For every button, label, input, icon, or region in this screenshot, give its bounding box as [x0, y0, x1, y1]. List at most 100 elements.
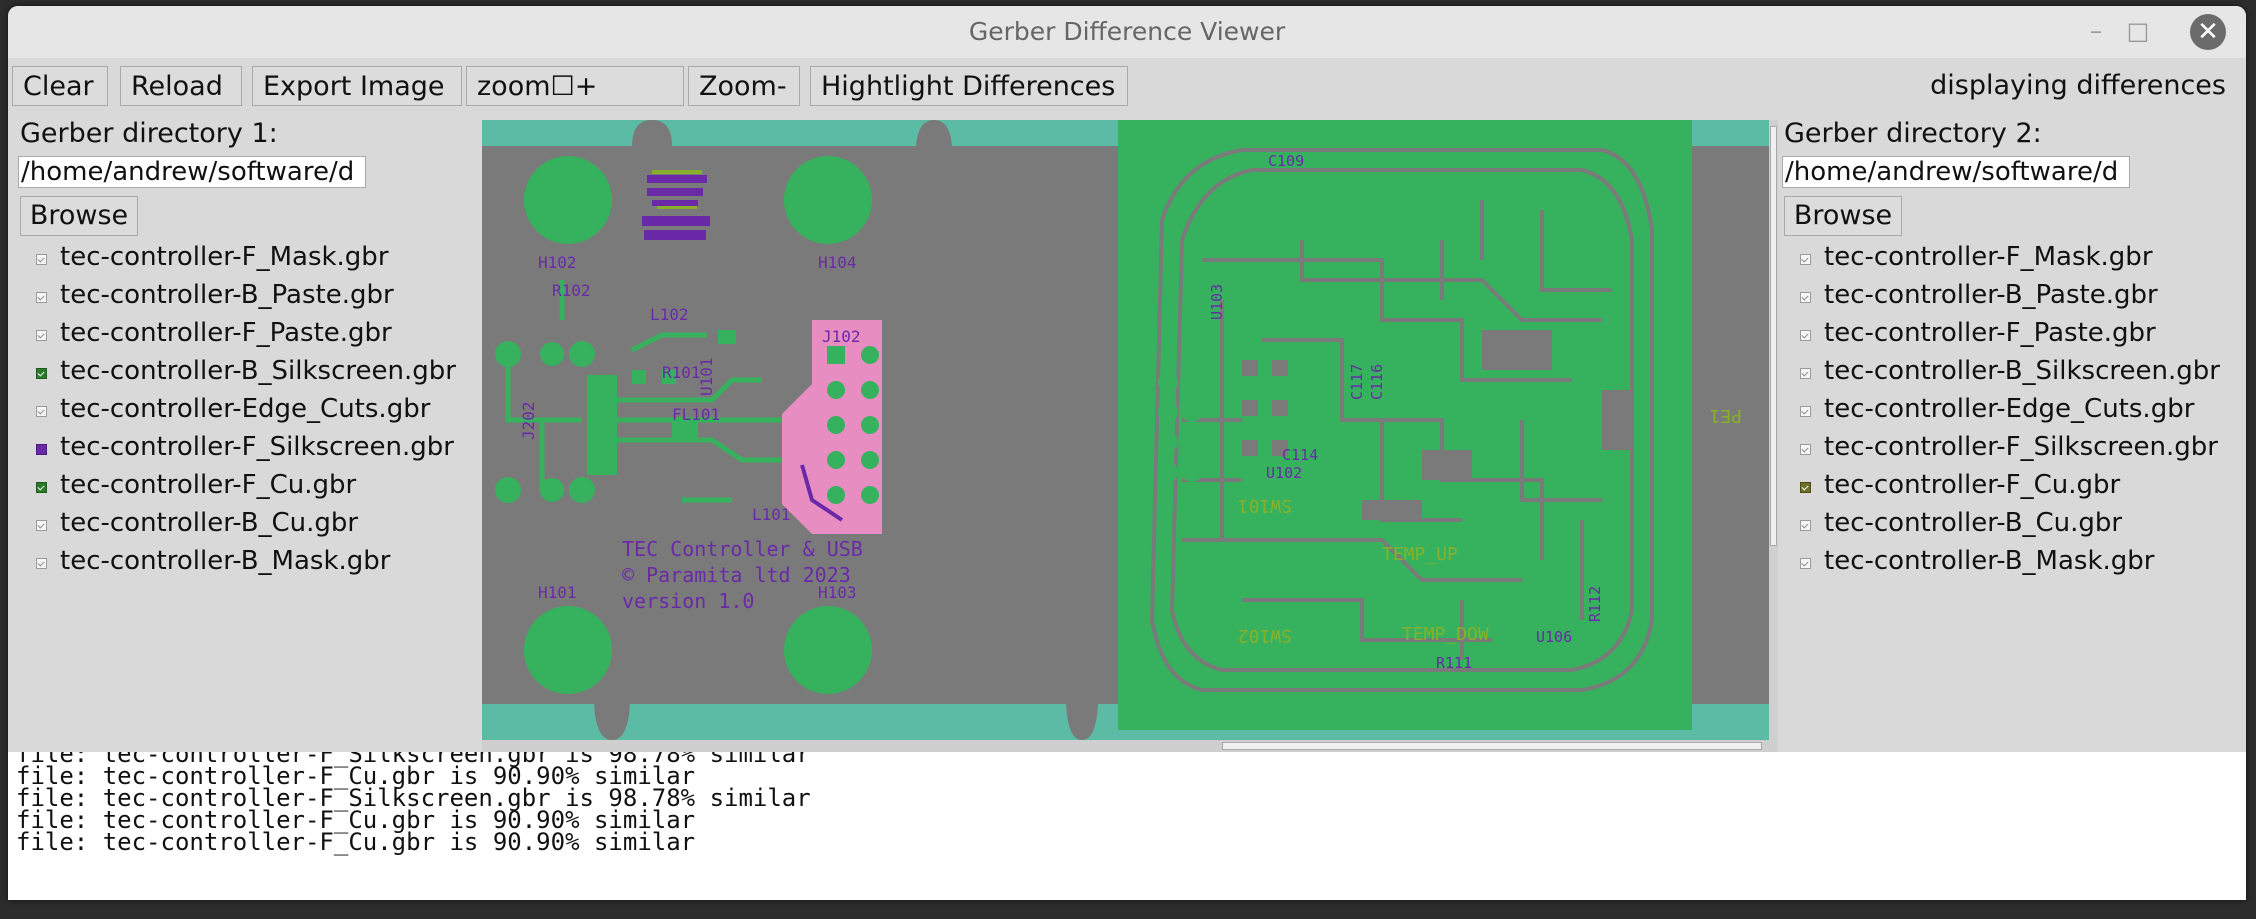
layer-checkbox[interactable]	[1800, 558, 1811, 569]
gerber-file-name: tec-controller-F_Silkscreen.gbr	[1824, 432, 2218, 462]
layer-checkbox[interactable]	[1800, 520, 1811, 531]
browse-2-button[interactable]: Browse	[1784, 196, 1902, 236]
gerber-file-name: tec-controller-F_Mask.gbr	[60, 242, 389, 272]
log-line: file: tec-controller-F_Cu.gbr is 90.90% …	[16, 828, 696, 856]
board-text-2: © Paramita ltd 2023	[622, 563, 851, 587]
gerber-file-name: tec-controller-B_Paste.gbr	[1824, 280, 2158, 310]
gerber-file-item[interactable]: tec-controller-B_Paste.gbr	[36, 280, 476, 318]
vertical-scroll-thumb[interactable]	[1770, 126, 1777, 546]
gerber-file-item[interactable]: tec-controller-B_Cu.gbr	[1800, 508, 2240, 546]
gerber-file-item[interactable]: tec-controller-B_Paste.gbr	[1800, 280, 2240, 318]
silk-c117: C117	[1348, 364, 1366, 400]
toolbar: Clear Reload Export Image zoom☐+ Zoom- H…	[8, 66, 2246, 110]
gerber-file-item[interactable]: tec-controller-F_Cu.gbr	[1800, 470, 2240, 508]
mounting-hole-h102	[524, 156, 612, 244]
silk-j102: J102	[822, 327, 861, 346]
gerber-file-item[interactable]: tec-controller-Edge_Cuts.gbr	[36, 394, 476, 432]
gerber-file-item[interactable]: tec-controller-B_Cu.gbr	[36, 508, 476, 546]
gerber-file-item[interactable]: tec-controller-F_Cu.gbr	[36, 470, 476, 508]
silk-temp-up: TEMP_UP	[1382, 544, 1458, 565]
gerber-file-name: tec-controller-B_Cu.gbr	[60, 508, 359, 538]
reload-button[interactable]: Reload	[120, 66, 242, 106]
gerber-file-name: tec-controller-F_Cu.gbr	[1824, 470, 2121, 500]
gerber-file-name: tec-controller-F_Paste.gbr	[60, 318, 392, 348]
gerber-file-item[interactable]: tec-controller-F_Mask.gbr	[1800, 242, 2240, 280]
silk-sw102: SW102	[1238, 625, 1292, 646]
gerber-file-name: tec-controller-F_Cu.gbr	[60, 470, 357, 500]
gerber-file-item[interactable]: tec-controller-B_Silkscreen.gbr	[1800, 356, 2240, 394]
export-image-button[interactable]: Export Image	[252, 66, 462, 106]
gerber-file-item[interactable]: tec-controller-B_Mask.gbr	[36, 546, 476, 584]
silk-u106: U106	[1536, 628, 1572, 646]
gerber-file-item[interactable]: tec-controller-B_Mask.gbr	[1800, 546, 2240, 584]
gerber-file-item[interactable]: tec-controller-F_Silkscreen.gbr	[1800, 432, 2240, 470]
layer-checkbox[interactable]	[36, 482, 47, 493]
silk-r112: R112	[1586, 586, 1604, 622]
layer-checkbox[interactable]	[36, 292, 47, 303]
window-title: Gerber Difference Viewer	[968, 17, 1286, 46]
board-text-1: TEC Controller & USB	[622, 537, 863, 561]
layer-checkbox[interactable]	[1800, 330, 1811, 341]
silk-h102: H102	[538, 253, 577, 272]
silk-h104: H104	[818, 253, 857, 272]
silk-u102: U102	[1266, 464, 1302, 482]
close-icon[interactable]: ✕	[2190, 14, 2226, 50]
silk-r111: R111	[1436, 654, 1472, 672]
silk-l102: L102	[650, 305, 689, 324]
gerber-file-item[interactable]: tec-controller-F_Mask.gbr	[36, 242, 476, 280]
layer-checkbox[interactable]	[1800, 444, 1811, 455]
silk-r102: R102	[552, 281, 591, 300]
layer-checkbox[interactable]	[36, 368, 47, 379]
mounting-hole-h103	[784, 606, 872, 694]
layer-checkbox[interactable]	[36, 444, 47, 455]
maximize-icon[interactable]: □	[2120, 14, 2156, 50]
layer-checkbox[interactable]	[36, 406, 47, 417]
layer-checkbox[interactable]	[1800, 292, 1811, 303]
minimize-icon[interactable]: –	[2078, 14, 2114, 50]
layer-checkbox[interactable]	[36, 254, 47, 265]
pcb-render: H102 H104 H101 H103 R102 L102 R101 FL101…	[482, 120, 1769, 740]
gerber-directory-2-field[interactable]: /home/andrew/software/d	[1782, 156, 2130, 188]
gerber-file-list-2: tec-controller-F_Mask.gbr tec-controller-…	[1800, 242, 2240, 584]
layer-checkbox[interactable]	[1800, 254, 1811, 265]
gerber-file-name: tec-controller-B_Mask.gbr	[1824, 546, 2155, 576]
layer-checkbox[interactable]	[1800, 482, 1811, 493]
gerber-canvas[interactable]: H102 H104 H101 H103 R102 L102 R101 FL101…	[482, 120, 1778, 752]
layer-checkbox[interactable]	[36, 330, 47, 341]
gerber-file-name: tec-controller-Edge_Cuts.gbr	[1824, 394, 2195, 424]
app-window: Gerber Difference Viewer – □ ✕ Clear Rel…	[8, 6, 2246, 900]
gerber-directory-1-label: Gerber directory 1:	[20, 118, 278, 149]
status-text: displaying differences	[1930, 70, 2226, 101]
gerber-file-name: tec-controller-B_Silkscreen.gbr	[60, 356, 456, 386]
gerber-file-item[interactable]: tec-controller-B_Silkscreen.gbr	[36, 356, 476, 394]
silk-c116: C116	[1368, 364, 1386, 400]
layer-checkbox[interactable]	[1800, 406, 1811, 417]
zoom-out-button[interactable]: Zoom-	[688, 66, 800, 106]
silk-l101: L101	[752, 505, 791, 524]
zoom-in-button[interactable]: zoom☐+	[466, 66, 684, 106]
silk-fl101: FL101	[672, 405, 720, 424]
browse-1-button[interactable]: Browse	[20, 196, 138, 236]
gerber-directory-1-field[interactable]: /home/andrew/software/d	[18, 156, 366, 188]
vertical-scrollbar[interactable]	[1769, 120, 1778, 740]
gerber-file-name: tec-controller-B_Silkscreen.gbr	[1824, 356, 2220, 386]
layer-checkbox[interactable]	[1800, 368, 1811, 379]
gerber-file-name: tec-controller-Edge_Cuts.gbr	[60, 394, 431, 424]
silk-r101: R101	[662, 363, 701, 382]
layer-checkbox[interactable]	[36, 558, 47, 569]
gerber-file-name: tec-controller-F_Mask.gbr	[1824, 242, 2153, 272]
clear-button[interactable]: Clear	[12, 66, 108, 106]
silk-u103: U103	[1208, 284, 1226, 320]
gerber-file-item[interactable]: tec-controller-F_Silkscreen.gbr	[36, 432, 476, 470]
mounting-hole-h104	[784, 156, 872, 244]
board-text-3: version 1.0	[622, 589, 754, 613]
gerber-file-item[interactable]: tec-controller-Edge_Cuts.gbr	[1800, 394, 2240, 432]
silk-h101: H101	[538, 583, 577, 602]
gerber-file-item[interactable]: tec-controller-F_Paste.gbr	[1800, 318, 2240, 356]
horizontal-scrollbar[interactable]	[482, 740, 1778, 752]
highlight-differences-button[interactable]: Hightlight Differences	[810, 66, 1128, 106]
silk-c109: C109	[1268, 152, 1304, 170]
horizontal-scroll-thumb[interactable]	[1222, 742, 1762, 750]
layer-checkbox[interactable]	[36, 520, 47, 531]
gerber-file-item[interactable]: tec-controller-F_Paste.gbr	[36, 318, 476, 356]
